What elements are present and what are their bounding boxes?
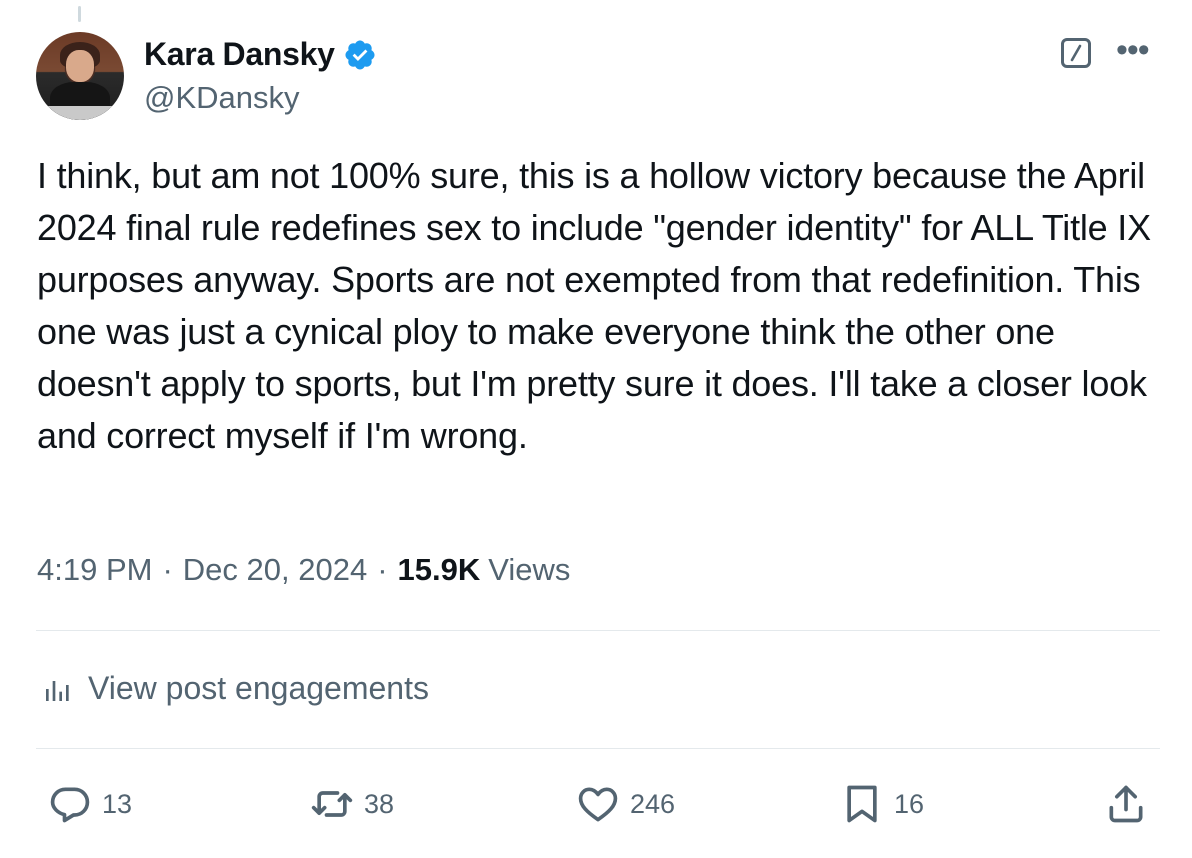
reply-button[interactable]: 13	[48, 782, 132, 826]
like-button[interactable]: 246	[576, 782, 675, 826]
share-button[interactable]	[1104, 782, 1148, 826]
post-time[interactable]: 4:19 PM	[37, 552, 152, 588]
author-name-row: Kara Dansky	[144, 36, 377, 73]
share-icon	[1109, 785, 1143, 823]
heart-icon	[578, 787, 618, 822]
meta-separator: ·	[162, 552, 173, 587]
bookmark-count: 16	[894, 788, 925, 819]
repost-icon	[311, 791, 353, 817]
verified-badge-icon[interactable]	[343, 38, 377, 72]
reply-count: 13	[102, 788, 133, 819]
author-handle[interactable]: @KDansky	[144, 80, 300, 116]
view-engagements-label: View post engagements	[88, 670, 429, 706]
post-text: I think, but am not 100% sure, this is a…	[37, 155, 1151, 456]
bookmark-icon	[847, 785, 877, 823]
meta-separator: ·	[377, 552, 388, 587]
reply-icon	[50, 787, 90, 823]
analytics-icon	[46, 680, 69, 701]
post-date[interactable]: Dec 20, 2024	[183, 552, 367, 588]
view-engagements-link[interactable]: View post engagements	[42, 670, 429, 707]
bookmark-button[interactable]: 16	[840, 782, 924, 826]
post-meta: 4:19 PM · Dec 20, 2024 · 15.9K Views	[37, 552, 570, 588]
avatar-desk	[36, 106, 124, 120]
avatar-face	[66, 50, 94, 82]
divider	[36, 630, 1160, 631]
views-count: 15.9K	[397, 552, 481, 587]
more-icon[interactable]: •••	[1116, 33, 1150, 67]
grok-icon[interactable]	[1061, 38, 1091, 68]
avatar[interactable]	[36, 32, 124, 120]
repost-count: 38	[364, 788, 395, 819]
author-display-name[interactable]: Kara Dansky	[144, 36, 335, 73]
thread-connector-line	[78, 6, 81, 22]
repost-button[interactable]: 38	[310, 782, 394, 826]
views-label: Views	[488, 552, 571, 587]
divider	[36, 748, 1160, 749]
like-count: 246	[630, 788, 676, 819]
